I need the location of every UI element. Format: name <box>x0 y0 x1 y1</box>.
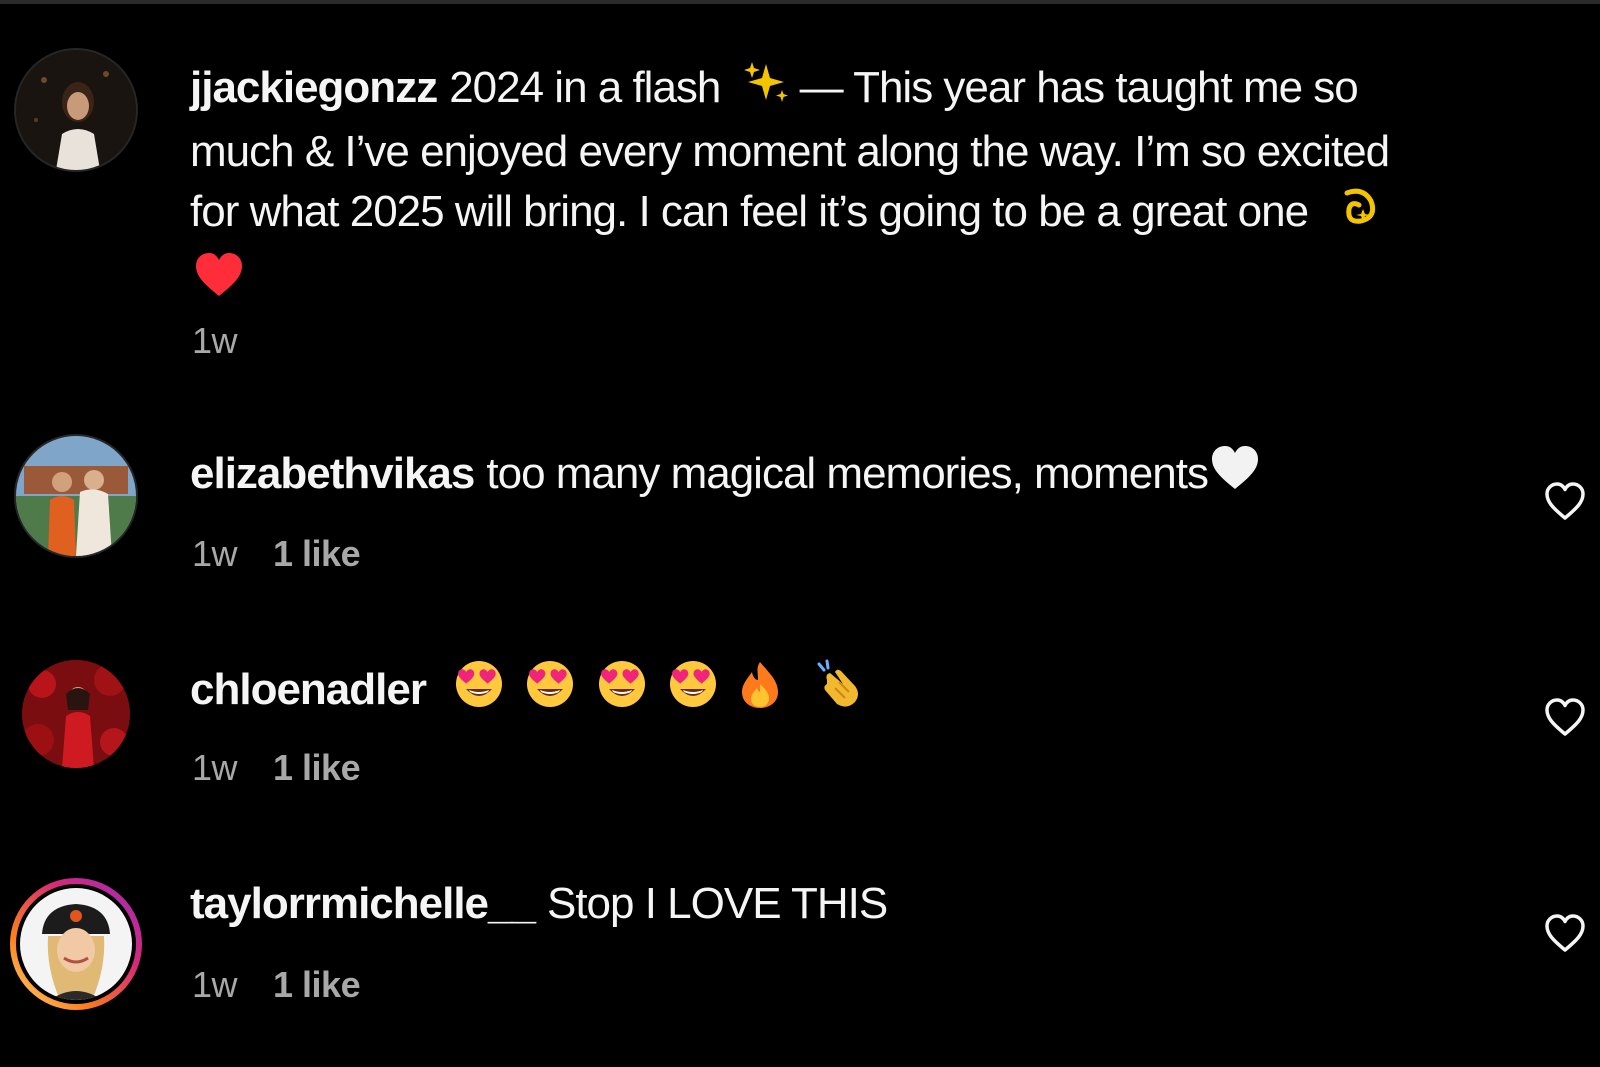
comment-username[interactable]: taylorrmichelle__ <box>190 879 536 928</box>
heart-eyes-emoji <box>596 658 648 726</box>
clapping-hands-emoji <box>815 658 867 726</box>
avatar[interactable] <box>14 48 138 172</box>
comment-meta: 1w 1 like <box>192 747 396 789</box>
heart-outline-icon <box>1545 698 1585 736</box>
caption-line-1: jjackiegonzz 2024 in a flash — This year … <box>190 58 1530 122</box>
caption-line-2: much & I’ve enjoyed every moment along t… <box>190 127 1390 177</box>
like-button[interactable] <box>1543 912 1587 956</box>
heart-outline-icon <box>1545 914 1585 952</box>
avatar[interactable] <box>22 660 130 768</box>
heart-eyes-emoji <box>667 658 719 726</box>
comment-like-count[interactable]: 1 like <box>273 533 361 574</box>
avatar[interactable] <box>14 434 138 558</box>
comment-like-count[interactable]: 1 like <box>273 747 361 788</box>
comment-username[interactable]: elizabethvikas <box>190 449 475 498</box>
comment-like-count[interactable]: 1 like <box>273 964 361 1005</box>
comment-timestamp[interactable]: 1w <box>192 747 238 788</box>
comment-text: elizabethvikas too many magical memories,… <box>190 444 1260 507</box>
caption-timestamp[interactable]: 1w <box>192 320 238 361</box>
caption-meta: 1w <box>192 320 273 362</box>
heart-outline-icon <box>1545 482 1585 520</box>
comment-text: taylorrmichelle__ Stop I LOVE THIS <box>190 874 888 934</box>
comment-body: too many magical memories, moments <box>486 449 1209 498</box>
caption-text-2: — This year has taught me so <box>799 63 1359 112</box>
red-heart-emoji <box>194 252 244 314</box>
top-divider <box>0 0 1600 4</box>
avatar-photo-jjackiegonzz <box>16 50 136 170</box>
heart-eyes-emoji <box>453 658 505 726</box>
comment-meta: 1w 1 like <box>192 533 396 575</box>
caption-line-4 <box>190 247 1530 314</box>
avatar-photo-chloenadler <box>22 660 130 768</box>
caption-text-1: 2024 in a flash <box>449 63 721 112</box>
sparkles-emoji <box>742 58 790 122</box>
avatar[interactable] <box>16 884 136 1004</box>
comment-timestamp[interactable]: 1w <box>192 964 238 1005</box>
caption-username[interactable]: jjackiegonzz <box>190 63 438 112</box>
comment-username[interactable]: chloenadler <box>190 665 427 714</box>
comment-body: Stop I LOVE THIS <box>546 879 888 928</box>
avatar-photo-elizabethvikas <box>16 436 136 556</box>
comment-meta: 1w 1 like <box>192 964 396 1006</box>
like-button[interactable] <box>1543 480 1587 524</box>
like-button[interactable] <box>1543 696 1587 740</box>
avatar-photo-taylorrmichelle <box>20 888 132 1000</box>
caption-text: jjackiegonzz 2024 in a flash — This year … <box>190 58 1530 314</box>
comment-timestamp[interactable]: 1w <box>192 533 238 574</box>
white-heart-emoji <box>1210 445 1260 507</box>
comment-text: chloenadler <box>190 658 867 726</box>
dizzy-emoji <box>1333 183 1381 247</box>
fire-emoji <box>738 658 782 726</box>
caption-line-3: for what 2025 will bring. I can feel it’… <box>190 182 1530 246</box>
heart-eyes-emoji <box>524 658 576 726</box>
caption-text-3: for what 2025 will bring. I can feel it’… <box>190 187 1309 237</box>
